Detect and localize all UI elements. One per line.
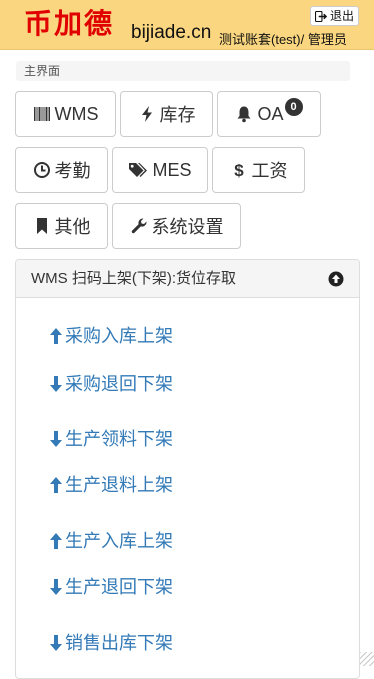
account-info: 测试账套(test)/ 管理员 <box>219 32 347 48</box>
link-production-material-return-putaway[interactable]: 生产退料上架 <box>49 474 173 496</box>
oa-count-badge: 0 <box>285 98 303 116</box>
arrow-down-icon <box>49 375 63 393</box>
link-label: 生产入库上架 <box>65 530 173 552</box>
link-production-material-pick[interactable]: 生产领料下架 <box>49 428 173 450</box>
bolt-icon <box>138 105 156 123</box>
link-label: 生产退料上架 <box>65 474 173 496</box>
brand-domain: bijiade.cn <box>131 22 211 44</box>
dollar-icon: $ <box>230 161 248 179</box>
nav-button-inventory[interactable]: 库存 <box>120 91 213 137</box>
clock-icon <box>33 161 51 179</box>
logout-label: 退出 <box>330 7 354 25</box>
nav-label-wms: WMS <box>55 104 99 125</box>
app-header: 币加德 bijiade.cn 测试账套(test)/ 管理员 退出 <box>0 0 374 50</box>
svg-text:$: $ <box>234 161 244 179</box>
arrow-down-icon <box>49 578 63 596</box>
wrench-icon <box>130 217 148 235</box>
bell-icon <box>235 105 253 123</box>
arrow-down-icon <box>49 430 63 448</box>
nav-button-oa[interactable]: OA 0 <box>217 91 321 137</box>
link-production-return-pick[interactable]: 生产退回下架 <box>49 576 173 598</box>
logout-button[interactable]: 退出 <box>310 6 359 26</box>
link-purchase-return-pick[interactable]: 采购退回下架 <box>49 373 173 395</box>
nav-button-attendance[interactable]: 考勤 <box>15 147 108 193</box>
arrow-down-icon <box>49 634 63 652</box>
nav-button-mes[interactable]: MES <box>112 147 208 193</box>
link-label: 采购退回下架 <box>65 373 173 395</box>
nav-label-mes: MES <box>152 160 191 181</box>
link-label: 采购入库上架 <box>65 325 173 347</box>
breadcrumb: 主界面 <box>16 61 350 81</box>
link-production-inbound-putaway[interactable]: 生产入库上架 <box>49 530 173 552</box>
bookmark-icon <box>33 217 51 235</box>
link-purchase-putaway[interactable]: 采购入库上架 <box>49 325 173 347</box>
nav-button-salary[interactable]: $ 工资 <box>212 147 305 193</box>
nav-button-other[interactable]: 其他 <box>15 203 108 249</box>
panel-title: WMS 扫码上架(下架):货位存取 <box>31 260 236 298</box>
nav-label-settings: 系统设置 <box>152 213 224 239</box>
nav-label-attendance: 考勤 <box>55 157 91 183</box>
nav-label-inventory: 库存 <box>160 101 196 127</box>
link-sales-outbound-pick[interactable]: 销售出库下架 <box>49 632 173 654</box>
arrow-up-icon <box>49 327 63 345</box>
nav-button-wms[interactable]: WMS <box>15 91 116 137</box>
barcode-icon <box>33 105 51 123</box>
link-label: 生产领料下架 <box>65 428 173 450</box>
link-label: 生产退回下架 <box>65 576 173 598</box>
arrow-up-icon <box>49 532 63 550</box>
brand-logo: 币加德 <box>24 6 114 42</box>
nav-label-oa: OA <box>257 104 283 125</box>
tags-icon <box>128 161 148 179</box>
resize-grip[interactable] <box>360 652 374 666</box>
nav-label-salary: 工资 <box>252 157 288 183</box>
panel-header[interactable]: WMS 扫码上架(下架):货位存取 <box>16 260 359 298</box>
sign-out-icon <box>315 11 328 22</box>
nav-label-other: 其他 <box>55 213 91 239</box>
wms-panel: WMS 扫码上架(下架):货位存取 采购入库上架 采购退回下架 生产领料下架 生… <box>15 259 360 679</box>
nav-button-settings[interactable]: 系统设置 <box>112 203 241 249</box>
breadcrumb-home[interactable]: 主界面 <box>24 64 60 78</box>
arrow-up-icon <box>49 476 63 494</box>
circle-arrow-up-icon[interactable] <box>328 271 344 287</box>
link-label: 销售出库下架 <box>65 632 173 654</box>
